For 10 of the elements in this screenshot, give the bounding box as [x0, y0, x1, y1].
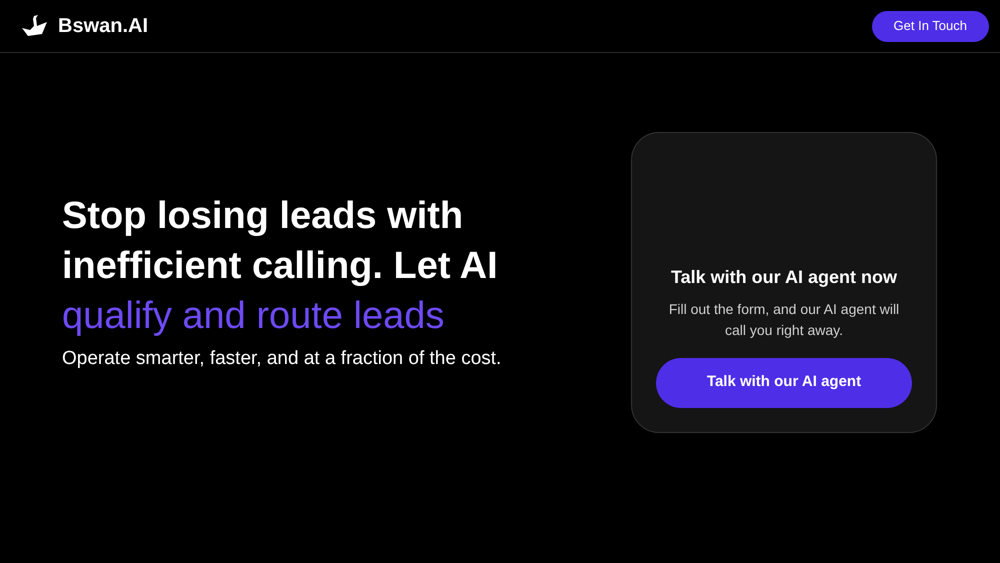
card-title: Talk with our AI agent now: [670, 266, 897, 289]
subtitle: Operate smarter, faster, and at a fraction of the cost.: [62, 346, 502, 371]
headline-line: qualify and route leads: [62, 294, 446, 339]
get-in-touch-button[interactable]: Get In Touch: [872, 10, 989, 42]
headline-line: inefficient calling. Let AI: [62, 244, 499, 289]
swan-logo-icon: [20, 14, 48, 38]
talk-agent-button[interactable]: Talk with our AI agent: [656, 358, 912, 408]
brand-name: Bswan.AI: [58, 14, 148, 39]
headline-line: Stop losing leads with: [62, 194, 464, 239]
card-description: Fill out the form, and our AI agent will call you right away.: [668, 300, 900, 340]
